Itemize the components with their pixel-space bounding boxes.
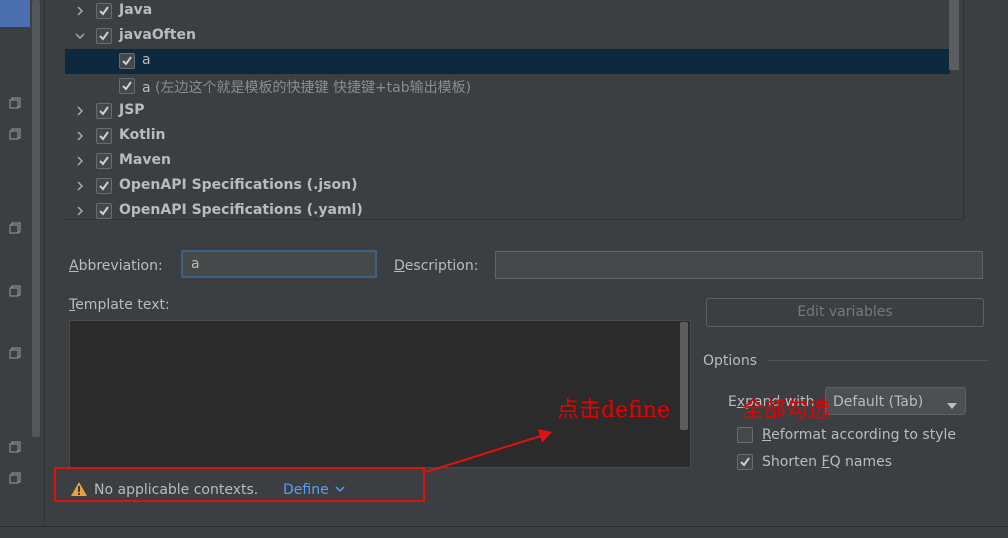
tree-checkbox[interactable]	[96, 128, 112, 144]
tree-row-label: a	[142, 52, 151, 68]
copy-icon[interactable]	[9, 441, 21, 453]
copy-icon[interactable]	[9, 128, 21, 140]
tree-checkbox[interactable]	[119, 78, 135, 94]
chevron-right-icon[interactable]	[74, 130, 86, 142]
tree-row-name: Java	[119, 2, 153, 18]
edit-variables-button[interactable]: Edit variables	[706, 298, 984, 327]
tree-row-label: a (左边这个就是模板的快捷键 快捷键+tab输出模板)	[142, 77, 471, 97]
tree-row-label: JSP	[119, 102, 145, 118]
tree-row-label: OpenAPI Specifications (.yaml)	[119, 202, 363, 218]
tree-row-name: OpenAPI Specifications (.json)	[119, 177, 358, 193]
description-input[interactable]	[495, 251, 983, 279]
chevron-down-icon[interactable]	[74, 30, 86, 42]
tree-row-name: a	[142, 52, 151, 68]
template-group[interactable]: OpenAPI Specifications (.yaml)	[65, 199, 950, 219]
tree-checkbox[interactable]	[96, 203, 112, 219]
copy-icon[interactable]	[9, 285, 21, 297]
options-title: Options	[703, 353, 758, 369]
copy-icon[interactable]	[9, 347, 21, 359]
tree-scrollbar[interactable]	[949, 0, 959, 70]
template-item[interactable]: a (左边这个就是模板的快捷键 快捷键+tab输出模板)	[65, 74, 950, 99]
bottom-bar	[0, 526, 1008, 538]
shorten-fq-checkbox[interactable]	[737, 454, 753, 470]
left-panel-scrollbar[interactable]	[32, 0, 40, 437]
tree-checkbox[interactable]	[96, 153, 112, 169]
template-group[interactable]: Java	[65, 0, 950, 24]
abbreviation-label: Abbreviation:	[69, 258, 163, 274]
template-item[interactable]: a	[65, 49, 950, 74]
annotation-text-select-all: 全部勾选	[742, 398, 831, 423]
annotation-arrow	[425, 429, 552, 473]
copy-icon[interactable]	[9, 97, 21, 109]
tree-row-name: javaOften	[119, 27, 196, 43]
tree-row-label: OpenAPI Specifications (.json)	[119, 177, 358, 193]
template-group[interactable]: JSP	[65, 99, 950, 124]
tree-row-label: Kotlin	[119, 127, 165, 143]
abbreviation-input[interactable]: a	[181, 250, 377, 278]
template-editor-scrollbar[interactable]	[680, 322, 688, 430]
tree-row-name: Kotlin	[119, 127, 166, 143]
tree-row-name: OpenAPI Specifications (.yaml)	[119, 202, 363, 218]
chevron-right-icon[interactable]	[74, 155, 86, 167]
tree-row-label: javaOften	[119, 27, 196, 43]
reformat-label[interactable]: Reformat according to style	[762, 427, 956, 443]
left-panel-selected-item[interactable]	[0, 0, 30, 27]
tree-row-label: Java	[119, 2, 152, 18]
template-group[interactable]: Maven	[65, 149, 950, 174]
annotation-highlight-box	[54, 467, 425, 502]
dropdown-arrow-icon[interactable]	[947, 398, 957, 414]
template-group[interactable]: javaOften	[65, 24, 950, 49]
tree-checkbox[interactable]	[96, 3, 112, 19]
copy-icon[interactable]	[9, 472, 21, 484]
tree-row-description: (左边这个就是模板的快捷键 快捷键+tab输出模板)	[150, 80, 472, 96]
chevron-right-icon[interactable]	[74, 205, 86, 217]
shorten-fq-label[interactable]: Shorten FQ names	[762, 454, 892, 470]
chevron-right-icon[interactable]	[74, 180, 86, 192]
tree-row-name: JSP	[119, 102, 145, 118]
tree-row-name: a	[142, 80, 151, 96]
chevron-right-icon[interactable]	[74, 5, 86, 17]
options-separator	[768, 360, 988, 361]
description-label: Description:	[394, 258, 479, 274]
reformat-checkbox[interactable]	[737, 427, 753, 443]
copy-icon[interactable]	[9, 222, 21, 234]
chevron-right-icon[interactable]	[74, 105, 86, 117]
expand-with-value: Default (Tab)	[833, 394, 924, 410]
tree-row-name: Maven	[119, 152, 171, 168]
tree-row-label: Maven	[119, 152, 171, 168]
template-text-label: Template text:	[69, 297, 170, 313]
tree-checkbox[interactable]	[96, 178, 112, 194]
tree-checkbox[interactable]	[96, 103, 112, 119]
template-tree[interactable]: Java javaOften a a (左边这个就是模板的快捷键 快捷键+tab输出模…	[65, 0, 964, 220]
tree-checkbox[interactable]	[96, 28, 112, 44]
template-group[interactable]: Kotlin	[65, 124, 950, 149]
annotation-text-click-define: 点击define	[557, 398, 670, 423]
tree-checkbox[interactable]	[119, 53, 135, 69]
template-group[interactable]: OpenAPI Specifications (.json)	[65, 174, 950, 199]
